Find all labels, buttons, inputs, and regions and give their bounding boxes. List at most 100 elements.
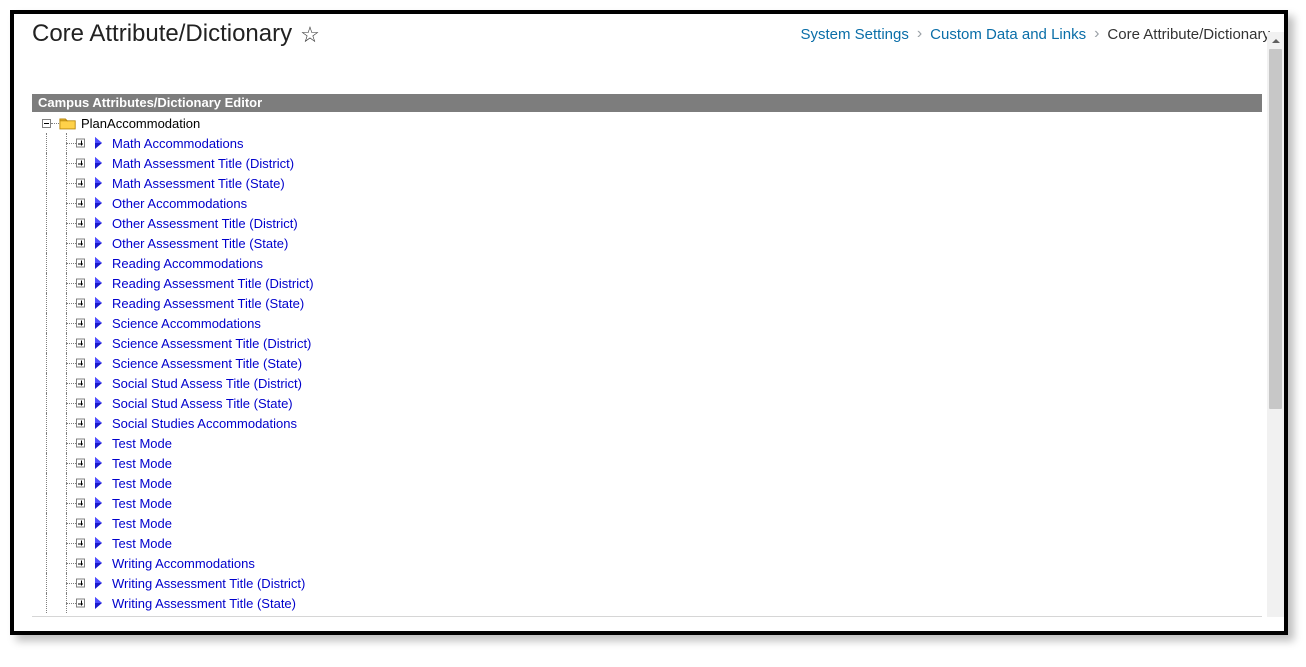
scroll-up-icon[interactable] <box>1267 32 1284 49</box>
tree-child-label[interactable]: Math Assessment Title (State) <box>112 176 285 191</box>
tree-child-row[interactable]: Other Assessment Title (State) <box>36 233 1262 253</box>
expand-icon[interactable] <box>76 559 85 568</box>
tree-child-row[interactable]: Writing Assessment Title (State) <box>36 593 1262 613</box>
tree-child-row[interactable]: Science Assessment Title (State) <box>36 353 1262 373</box>
expand-icon[interactable] <box>76 599 85 608</box>
tree-child-row[interactable]: Test Mode <box>36 533 1262 553</box>
tree-child-label[interactable]: Math Assessment Title (District) <box>112 156 294 171</box>
tree-child-label[interactable]: Science Assessment Title (District) <box>112 336 311 351</box>
expand-icon[interactable] <box>76 539 85 548</box>
tree-root-label[interactable]: PlanAccommodation <box>81 116 200 131</box>
tree-expand-area <box>66 233 96 253</box>
tree-child-label[interactable]: Reading Assessment Title (State) <box>112 296 304 311</box>
chevron-right-icon: › <box>917 25 922 43</box>
expand-icon[interactable] <box>76 219 85 228</box>
tree-child-label[interactable]: Test Mode <box>112 436 172 451</box>
breadcrumb-current: Core Attribute/Dictionary <box>1107 26 1270 43</box>
tree-child-label[interactable]: Reading Accommodations <box>112 256 263 271</box>
tree-child-label[interactable]: Test Mode <box>112 456 172 471</box>
tree-child-row[interactable]: Social Stud Assess Title (District) <box>36 373 1262 393</box>
tree-guide <box>36 213 66 233</box>
tree-guide <box>36 413 66 433</box>
expand-icon[interactable] <box>76 239 85 248</box>
tree-guide <box>36 253 66 273</box>
tree-child-row[interactable]: Writing Assessment Title (District) <box>36 573 1262 593</box>
tree-child-row[interactable]: Other Accommodations <box>36 193 1262 213</box>
tree-expand-area <box>66 193 96 213</box>
tree-child-label[interactable]: Science Accommodations <box>112 316 261 331</box>
tree-child-row[interactable]: Science Assessment Title (District) <box>36 333 1262 353</box>
expand-icon[interactable] <box>76 359 85 368</box>
tree-child-row[interactable]: Math Assessment Title (District) <box>36 153 1262 173</box>
tree-child-label[interactable]: Social Studies Accommodations <box>112 416 297 431</box>
tree-child-row[interactable]: Other Assessment Title (District) <box>36 213 1262 233</box>
tree-expand-area <box>66 133 96 153</box>
tree-child-label[interactable]: Math Accommodations <box>112 136 244 151</box>
tree-guide <box>36 553 66 573</box>
tree-root-row[interactable]: PlanAccommodation <box>36 114 1262 132</box>
tree-expand-area <box>66 373 96 393</box>
tree-child-label[interactable]: Writing Assessment Title (District) <box>112 576 305 591</box>
tree-expand-area <box>66 513 96 533</box>
tree-expand-area <box>66 593 96 613</box>
tree-child-row[interactable]: Test Mode <box>36 473 1262 493</box>
tree-child-row[interactable]: Math Assessment Title (State) <box>36 173 1262 193</box>
tree-child-row[interactable]: Math Accommodations <box>36 133 1262 153</box>
tree-guide <box>36 133 66 153</box>
tree-child-label[interactable]: Writing Accommodations <box>112 556 255 571</box>
favorite-star-icon[interactable]: ☆ <box>300 24 320 46</box>
tree-child-row[interactable]: Test Mode <box>36 453 1262 473</box>
tree-expand-area <box>66 393 96 413</box>
collapse-icon[interactable] <box>42 119 51 128</box>
tree-child-label[interactable]: Test Mode <box>112 536 172 551</box>
tree-child-row[interactable]: Reading Assessment Title (State) <box>36 293 1262 313</box>
expand-icon[interactable] <box>76 519 85 528</box>
expand-icon[interactable] <box>76 279 85 288</box>
tree-child-row[interactable]: Social Studies Accommodations <box>36 413 1262 433</box>
expand-icon[interactable] <box>76 319 85 328</box>
expand-icon[interactable] <box>76 399 85 408</box>
expand-icon[interactable] <box>76 179 85 188</box>
expand-icon[interactable] <box>76 459 85 468</box>
expand-icon[interactable] <box>76 159 85 168</box>
expand-icon[interactable] <box>76 139 85 148</box>
scrollbar-thumb[interactable] <box>1269 49 1282 409</box>
expand-icon[interactable] <box>76 579 85 588</box>
expand-icon[interactable] <box>76 199 85 208</box>
tree-child-row[interactable]: Reading Accommodations <box>36 253 1262 273</box>
tree-child-label[interactable]: Other Accommodations <box>112 196 247 211</box>
breadcrumb-link-system-settings[interactable]: System Settings <box>800 26 908 43</box>
folder-icon <box>59 116 77 131</box>
tree-child-row[interactable]: Writing Accommodations <box>36 553 1262 573</box>
panel-title: Campus Attributes/Dictionary Editor <box>32 94 1262 112</box>
expand-icon[interactable] <box>76 439 85 448</box>
tree-child-row[interactable]: Reading Assessment Title (District) <box>36 273 1262 293</box>
tree-child-label[interactable]: Social Stud Assess Title (State) <box>112 396 293 411</box>
tree-child-row[interactable]: Test Mode <box>36 513 1262 533</box>
expand-icon[interactable] <box>76 379 85 388</box>
tree-child-label[interactable]: Writing Assessment Title (State) <box>112 596 296 611</box>
tree-child-row[interactable]: Test Mode <box>36 433 1262 453</box>
expand-icon[interactable] <box>76 499 85 508</box>
tree-child-row[interactable]: Social Stud Assess Title (State) <box>36 393 1262 413</box>
tree-child-label[interactable]: Other Assessment Title (District) <box>112 216 298 231</box>
tree-child-label[interactable]: Social Stud Assess Title (District) <box>112 376 302 391</box>
tree-guide <box>36 233 66 253</box>
tree-child-row[interactable]: Science Accommodations <box>36 313 1262 333</box>
tree-expand-area <box>66 533 96 553</box>
tree-child-label[interactable]: Reading Assessment Title (District) <box>112 276 314 291</box>
expand-icon[interactable] <box>76 419 85 428</box>
expand-icon[interactable] <box>76 299 85 308</box>
breadcrumb-link-custom-data[interactable]: Custom Data and Links <box>930 26 1086 43</box>
tree-child-label[interactable]: Test Mode <box>112 496 172 511</box>
expand-icon[interactable] <box>76 339 85 348</box>
expand-icon[interactable] <box>76 479 85 488</box>
vertical-scrollbar[interactable] <box>1267 32 1284 617</box>
tree-child-row[interactable]: Test Mode <box>36 493 1262 513</box>
tree-child-label[interactable]: Other Assessment Title (State) <box>112 236 288 251</box>
tree-guide <box>36 293 66 313</box>
expand-icon[interactable] <box>76 259 85 268</box>
tree-child-label[interactable]: Science Assessment Title (State) <box>112 356 302 371</box>
tree-child-label[interactable]: Test Mode <box>112 516 172 531</box>
tree-child-label[interactable]: Test Mode <box>112 476 172 491</box>
